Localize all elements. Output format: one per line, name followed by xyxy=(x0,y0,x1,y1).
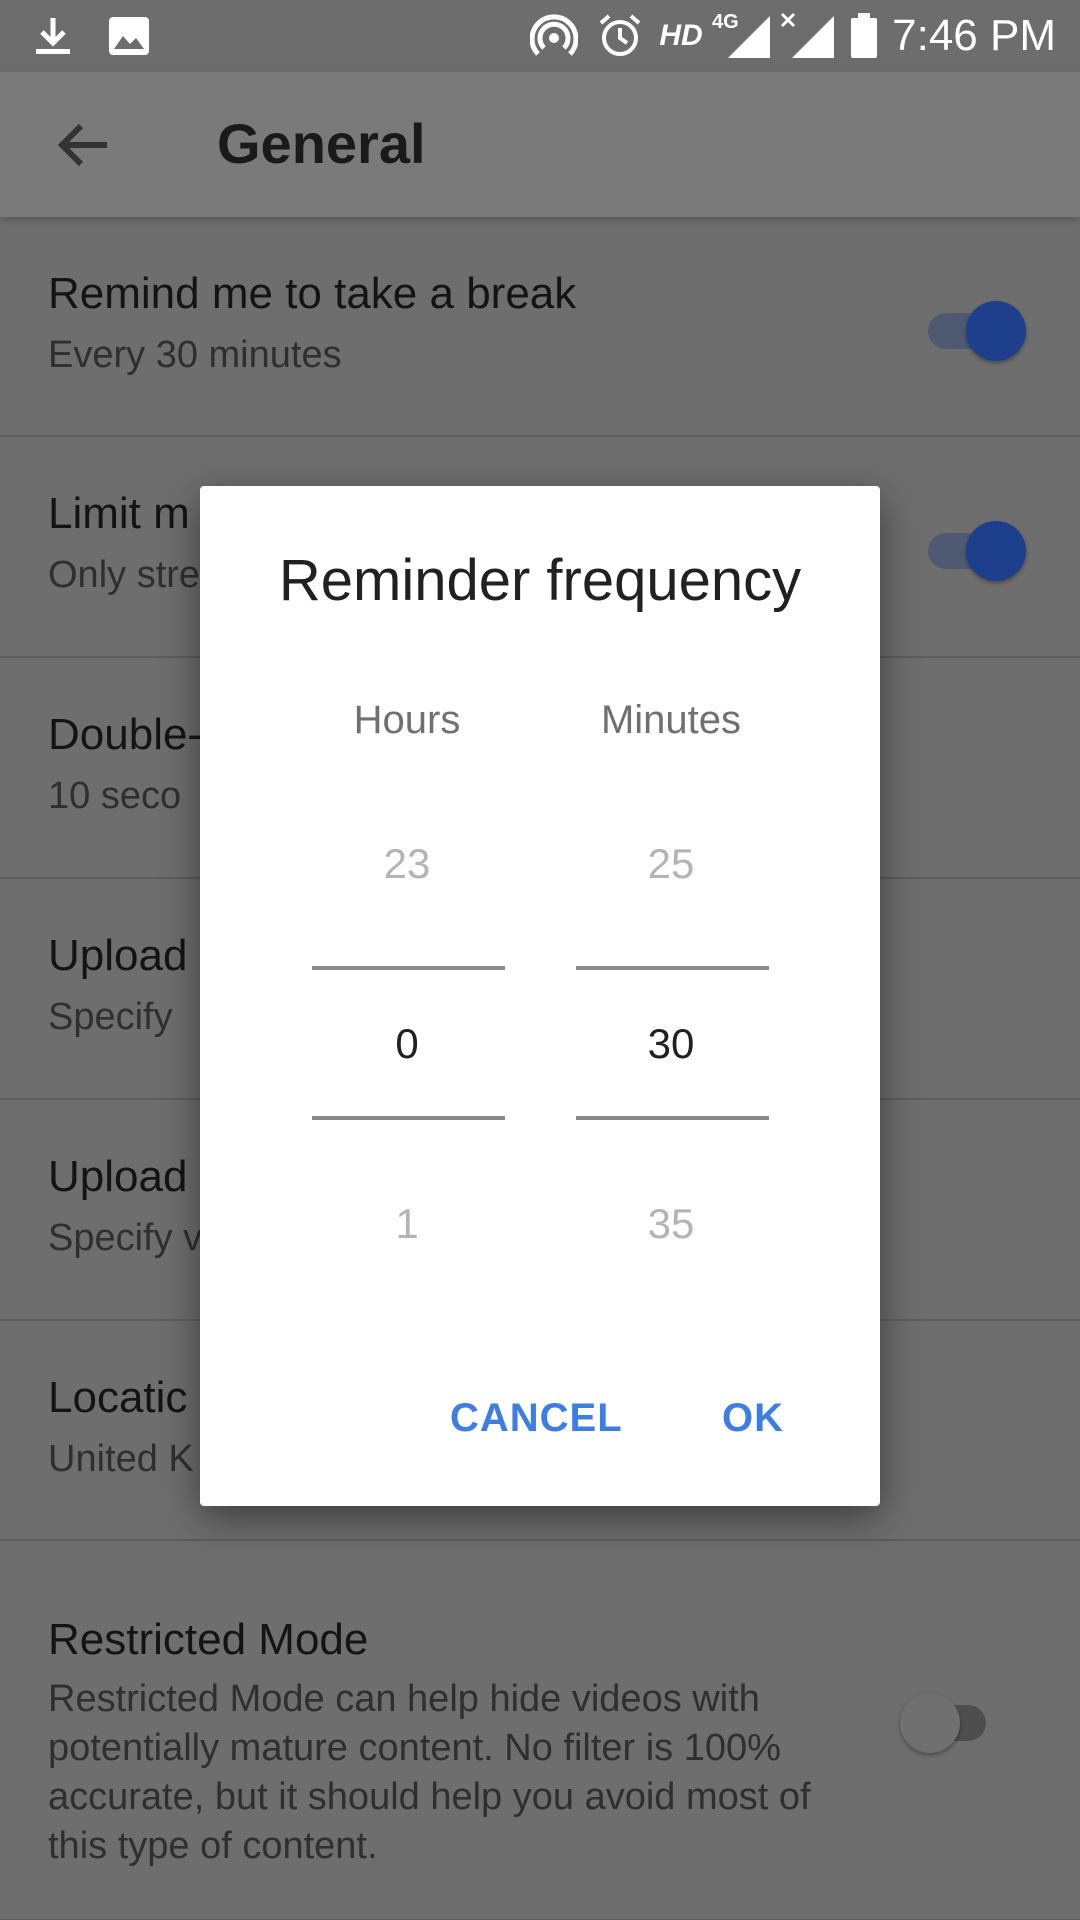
setting-subtitle: Every 30 minutes xyxy=(48,334,342,376)
minutes-prev-value[interactable]: 25 xyxy=(571,838,771,890)
page-title: General xyxy=(217,112,426,175)
hd-icon: HD xyxy=(659,19,703,52)
minutes-next-value[interactable]: 35 xyxy=(571,1198,771,1250)
battery-icon xyxy=(848,12,880,60)
setting-title: Locatic xyxy=(48,1373,188,1422)
setting-title: Limit m xyxy=(48,489,190,538)
hours-selected-value[interactable]: 0 xyxy=(307,1018,507,1070)
reminder-frequency-dialog: Reminder frequency Hours Minutes 23 0 1 … xyxy=(200,486,880,1506)
back-button[interactable] xyxy=(50,112,116,178)
minutes-divider-bottom xyxy=(576,1116,769,1120)
app-bar: General xyxy=(0,72,1080,217)
hours-next-value[interactable]: 1 xyxy=(307,1198,507,1250)
setting-subtitle: Specify xyxy=(48,996,173,1038)
hours-divider-top xyxy=(312,966,505,970)
setting-restricted-mode[interactable]: Restricted Mode Restricted Mode can help… xyxy=(0,1541,1080,1920)
alarm-icon xyxy=(594,12,646,60)
setting-subtitle: 10 seco xyxy=(48,775,182,817)
setting-subtitle: United K xyxy=(48,1438,194,1480)
dialog-title: Reminder frequency xyxy=(278,548,802,613)
minutes-selected-value[interactable]: 30 xyxy=(571,1018,771,1070)
setting-title: Restricted Mode xyxy=(48,1615,369,1664)
remind-break-toggle[interactable] xyxy=(922,293,1026,361)
clock-time: 7:46 PM xyxy=(892,11,1056,60)
hotspot-icon xyxy=(526,12,582,60)
setting-remind-break[interactable]: Remind me to take a break Every 30 minut… xyxy=(0,217,1080,437)
setting-title: Upload xyxy=(48,931,188,980)
setting-subtitle: Only stre xyxy=(48,554,201,596)
setting-subtitle: Specify v xyxy=(48,1217,203,1259)
arrow-back-icon xyxy=(57,123,107,167)
hours-prev-value[interactable]: 23 xyxy=(307,838,507,890)
setting-description: Restricted Mode can help hide videos wit… xyxy=(48,1678,811,1867)
image-icon xyxy=(104,12,154,60)
setting-title: Upload xyxy=(48,1152,188,1201)
setting-title: Remind me to take a break xyxy=(48,269,577,318)
setting-title: Double- xyxy=(48,710,203,759)
network-type-label: 4G xyxy=(712,11,739,33)
limit-toggle[interactable] xyxy=(922,513,1026,581)
signal-icon: 4G xyxy=(712,12,772,60)
cancel-button[interactable]: CANCEL xyxy=(450,1386,622,1450)
hours-label: Hours xyxy=(353,698,461,742)
signal-no-data-icon xyxy=(780,12,836,60)
status-bar: HD 4G 7:46 PM xyxy=(0,0,1080,72)
hours-divider-bottom xyxy=(312,1116,505,1120)
minutes-divider-top xyxy=(576,966,769,970)
ok-button[interactable]: OK xyxy=(708,1386,798,1450)
minutes-label: Minutes xyxy=(600,698,742,742)
download-icon xyxy=(28,12,78,60)
restricted-mode-toggle[interactable] xyxy=(900,1685,1000,1753)
